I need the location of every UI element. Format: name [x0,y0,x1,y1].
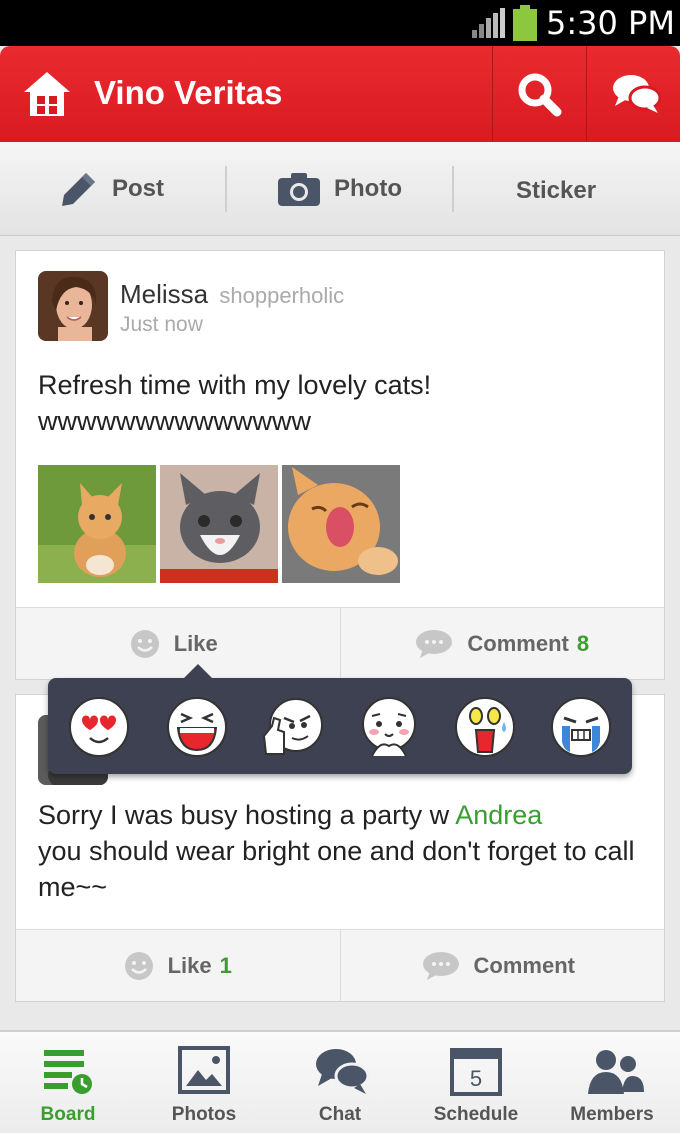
heart-eyes-sticker-icon[interactable] [68,696,130,758]
post-text-line: Refresh time with my lovely cats! [38,370,432,400]
comment-button[interactable]: Comment [339,930,665,1001]
search-button[interactable] [492,46,586,142]
comment-bubble-icon [416,629,453,658]
avatar-image [38,271,108,341]
post-timestamp: Just now [120,313,203,336]
post-label: Post [112,175,165,202]
comment-label: Comment [473,952,575,978]
like-label: Like [173,630,218,656]
photo-button[interactable]: Photo [278,142,402,236]
calendar-icon: 5 [450,1048,502,1096]
shocked-sticker-icon[interactable] [454,696,516,758]
post-card: Melissa shopperholic Just now Refresh ti… [15,250,665,680]
group-title: Vino Veritas [94,74,283,111]
post-text: Refresh time with my lovely cats! wwwwww… [38,367,431,439]
home-icon[interactable] [22,70,72,118]
popup-arrow [184,664,212,678]
bottom-navigation: Board Photos Chat 5 Schedule Members [0,1030,680,1133]
chat-button[interactable] [586,46,680,142]
photo-thumbnail[interactable] [160,465,278,583]
mention-link[interactable]: Andrea [455,800,542,830]
like-button[interactable]: Like [16,608,340,679]
signal-icon [472,8,505,38]
battery-icon [513,5,537,41]
toolbar-divider [225,166,227,212]
nav-members[interactable]: Members [544,1032,680,1133]
like-count: 1 [219,952,232,978]
comment-button[interactable]: Comment 8 [339,608,665,679]
status-bar: 5:30 PM [0,0,680,46]
nav-label: Members [570,1104,654,1125]
crying-sticker-icon[interactable] [550,696,612,758]
thumbs-up-sticker-icon[interactable] [262,696,324,758]
nav-board[interactable]: Board [0,1032,136,1133]
photos-icon [178,1046,230,1094]
nav-label: Chat [318,1104,362,1125]
post-text-line: you should wear bright one and don't for… [38,836,635,902]
comment-count: 8 [576,630,590,656]
author-name[interactable]: Melissa [120,279,208,309]
sticker-button[interactable]: Sticker [502,160,596,222]
avatar[interactable] [38,271,108,341]
board-list-icon [44,1050,92,1094]
pencil-icon [62,173,95,206]
chat-bubbles-icon [613,75,661,113]
author-tagline: shopperholic [219,283,345,308]
nav-label: Board [40,1104,96,1125]
nav-chat[interactable]: Chat [272,1032,408,1133]
post-text-line: Sorry I was busy hosting a party w [38,800,456,830]
nav-schedule[interactable]: 5 Schedule [408,1032,544,1133]
shy-sticker-icon[interactable] [358,696,420,758]
photo-label: Photo [334,175,402,202]
nav-label: Schedule [433,1104,519,1125]
photo-thumbnail[interactable] [282,465,400,583]
smiley-icon [124,951,153,980]
comment-label: Comment [467,630,569,656]
author-line: Melissa shopperholic [120,279,344,310]
search-icon [518,73,562,117]
smiley-icon [130,629,159,658]
chat-icon [316,1049,370,1094]
post-text: Sorry I was busy hosting a party w Andre… [38,797,648,905]
post-actions: Like Comment 8 [16,607,664,679]
nav-photos[interactable]: Photos [136,1032,272,1133]
status-time: 5:30 PM [546,4,675,42]
app-header: Vino Veritas [0,46,680,142]
photo-thumbnail[interactable] [38,465,156,583]
sticker-picker-popup [48,664,632,774]
members-icon [588,1050,644,1094]
nav-label: Photos [171,1104,237,1125]
post-text-line: wwwwwwwwwwwwww [38,406,311,436]
photo-thumbnails [38,465,400,583]
comment-bubble-icon [422,951,459,980]
post-toolbar: Post Photo Sticker [0,142,680,236]
toolbar-divider [452,166,454,212]
calendar-badge: 5 [470,1066,482,1091]
sticker-label: Sticker [516,177,597,204]
laughing-sticker-icon[interactable] [166,696,228,758]
like-label: Like [167,952,212,978]
post-actions: Like 1 Comment [16,929,664,1001]
camera-icon [278,173,320,206]
like-button[interactable]: Like 1 [16,930,340,1001]
post-button[interactable]: Post [60,142,164,236]
